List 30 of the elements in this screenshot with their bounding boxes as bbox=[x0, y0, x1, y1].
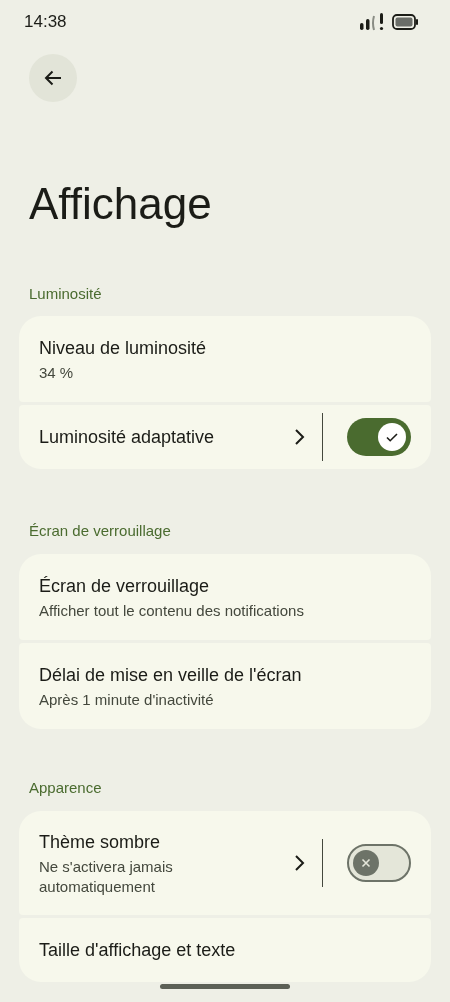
setting-title: Thème sombre bbox=[39, 830, 162, 854]
setting-summary: Après 1 minute d'inactivité bbox=[39, 689, 215, 710]
setting-title: Niveau de luminosité bbox=[39, 336, 208, 360]
setting-row[interactable]: Niveau de luminosité 34 % bbox=[19, 316, 431, 402]
setting-row[interactable]: Taille d'affichage et texte bbox=[19, 918, 431, 982]
setting-summary: Ne s'activera jamais automatiquement bbox=[39, 856, 174, 897]
setting-row[interactable]: Délai de mise en veille de l'écran Après 1 minute d'inactivité bbox=[19, 643, 431, 729]
back-button[interactable] bbox=[29, 54, 77, 102]
chevron-icon[interactable] bbox=[294, 854, 306, 872]
setting-row[interactable]: Écran de verrouillage Afficher tout le contenu des notifications bbox=[19, 554, 431, 640]
page-title: Affichage bbox=[29, 178, 213, 230]
setting-title: Délai de mise en veille de l'écran bbox=[39, 663, 303, 687]
setting-summary: 34 % bbox=[39, 362, 75, 383]
section-header: Luminosité bbox=[29, 284, 103, 304]
setting-title: Écran de verrouillage bbox=[39, 574, 211, 598]
setting-summary: Afficher tout le contenu des notifications bbox=[39, 600, 305, 621]
section-header: Apparence bbox=[29, 778, 103, 798]
chevron-icon[interactable] bbox=[294, 428, 306, 446]
setting-row[interactable]: Thème sombre Ne s'activera jamais automatiquement bbox=[19, 811, 431, 915]
setting-title: Taille d'affichage et texte bbox=[39, 939, 237, 962]
setting-title: Luminosité adaptative bbox=[39, 426, 216, 449]
setting-row[interactable]: Luminosité adaptative bbox=[19, 405, 431, 469]
close-icon bbox=[353, 850, 379, 876]
signal-icon bbox=[360, 13, 386, 31]
check-icon bbox=[378, 423, 406, 451]
toggle-switch[interactable] bbox=[347, 418, 411, 456]
status-time: 14:38 bbox=[24, 12, 67, 32]
battery-icon bbox=[392, 14, 418, 30]
section-header: Écran de verrouillage bbox=[29, 521, 172, 541]
toggle-switch[interactable] bbox=[347, 844, 411, 882]
